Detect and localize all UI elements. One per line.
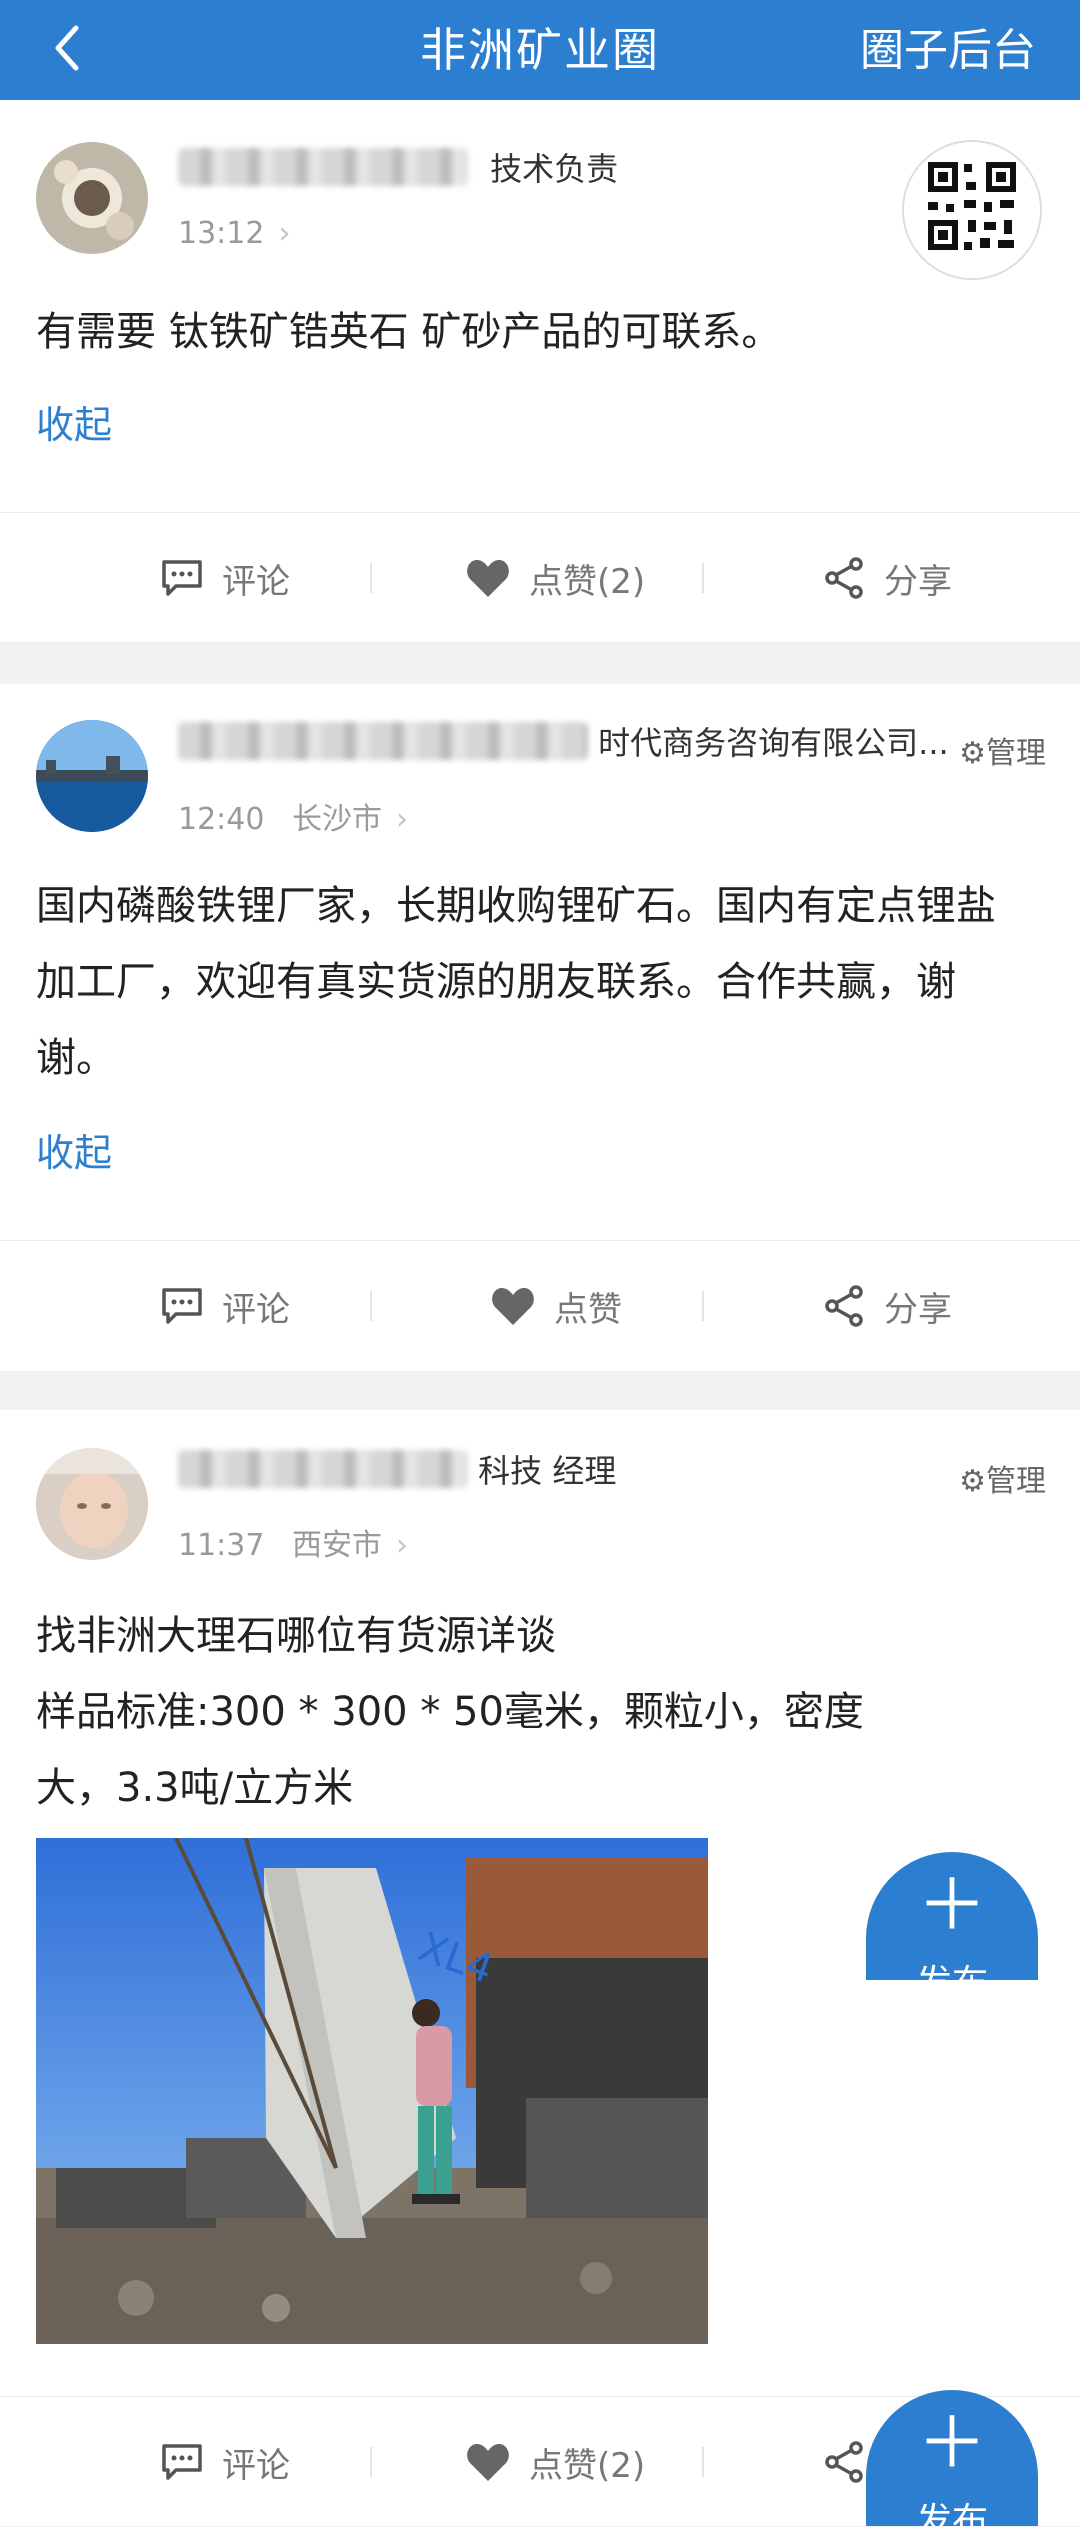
content-line: 找非洲大理石哪位有货源详谈 [36, 1613, 556, 1659]
divider [702, 2447, 704, 2477]
post-meta[interactable]: 11:37 西安市 › [178, 1520, 408, 1564]
post-actions: 评论 点赞(2) 分享 [0, 512, 1080, 643]
post-card: 技术负责 13:12 › 有需要 钛铁矿锆英石 矿砂产品的可联系。 收起 评论 … [0, 100, 1080, 642]
post-city: 西安市 [292, 1528, 383, 1563]
like-button[interactable]: 点赞(2) [465, 513, 645, 643]
divider [702, 563, 704, 593]
publish-label: 发布 [915, 2501, 988, 2526]
post-meta[interactable]: 13:12 › [178, 216, 290, 251]
manage-button[interactable]: ⚙管理 [959, 1456, 1046, 1500]
content-line: 样品标准:300 * 300 * 50毫米，颗粒小，密度 [36, 1689, 864, 1735]
chevron-right-icon: › [278, 216, 291, 251]
comment-label: 评论 [222, 1289, 290, 1330]
comment-button[interactable]: 评论 [160, 1241, 290, 1371]
collapse-link[interactable]: 收起 [36, 394, 112, 449]
post-time: 13:12 [178, 216, 265, 251]
share-icon [825, 2441, 863, 2483]
chevron-right-icon: › [396, 802, 409, 837]
author-role: 技术负责 [490, 150, 619, 188]
author-name-row: 技术负责 [178, 144, 618, 194]
comment-icon [162, 2444, 202, 2480]
chevron-right-icon: › [396, 1528, 409, 1563]
post-time: 12:40 [178, 802, 265, 837]
author-name-row: 科技 经理 [178, 1446, 616, 1496]
like-button[interactable]: 点赞 [490, 1241, 622, 1371]
like-button[interactable]: 点赞(2) [465, 2397, 645, 2527]
collapse-link[interactable]: 收起 [36, 1122, 112, 1177]
post-image[interactable]: XL4 [36, 1838, 708, 2344]
divider [702, 1291, 704, 1321]
post-time: 11:37 [178, 1528, 265, 1563]
post-card: 时代商务咨询有限公司... ⚙管理 12:40 长沙市 › 国内磷酸铁锂厂家，长期… [0, 684, 1080, 1371]
post-meta[interactable]: 12:40 长沙市 › [178, 794, 408, 838]
avatar[interactable] [36, 720, 148, 832]
comment-icon [162, 1288, 202, 1324]
avatar[interactable] [36, 1448, 148, 1560]
heart-icon [467, 560, 509, 597]
manage-label: 管理 [986, 736, 1046, 771]
plus-icon: ＋ [917, 1864, 987, 1946]
gear-icon: ⚙ [959, 1464, 986, 1499]
post-content: 找非洲大理石哪位有货源详谈 样品标准:300 * 300 * 50毫米，颗粒小，… [36, 1598, 1026, 1826]
comment-button[interactable]: 评论 [160, 2397, 290, 2527]
author-role: 时代商务咨询有限公司... [598, 724, 949, 762]
like-label: 点赞(2) [529, 561, 646, 602]
blurred-author-name [178, 1450, 468, 1488]
publish-button[interactable]: ＋ 发布 [866, 2390, 1038, 2526]
share-button[interactable]: 分享 [822, 513, 952, 643]
share-button[interactable]: 分享 [822, 1241, 952, 1371]
content-line: 大，3.3吨/立方米 [36, 1765, 354, 1811]
manage-label: 管理 [986, 1464, 1046, 1499]
publish-button[interactable]: ＋ 发布 [866, 1852, 1038, 1980]
qr-code-badge[interactable] [902, 140, 1042, 280]
divider [370, 2447, 372, 2477]
top-nav-bar: 非洲矿业圈 圈子后台 [0, 0, 1080, 100]
post-content: 有需要 钛铁矿锆英石 矿砂产品的可联系。 [36, 309, 782, 355]
share-label: 分享 [884, 1289, 952, 1330]
divider [370, 563, 372, 593]
post-content: 国内磷酸铁锂厂家，长期收购锂矿石。国内有定点锂盐加工厂，欢迎有真实货源的朋友联系… [36, 883, 996, 1081]
share-icon [825, 1285, 863, 1327]
comment-button[interactable]: 评论 [160, 513, 290, 643]
like-label: 点赞 [554, 1289, 622, 1330]
comment-icon [162, 560, 202, 596]
comment-label: 评论 [222, 2445, 290, 2486]
heart-icon [467, 2444, 509, 2481]
circle-admin-button[interactable]: 圈子后台 [860, 14, 1036, 78]
heart-icon [492, 1288, 534, 1325]
like-label: 点赞(2) [529, 2445, 646, 2486]
gear-icon: ⚙ [959, 736, 986, 771]
divider [370, 1291, 372, 1321]
author-name-row: 时代商务咨询有限公司... [178, 718, 949, 768]
qr-code-icon [904, 142, 1040, 278]
post-city: 长沙市 [292, 802, 383, 837]
author-role: 科技 经理 [478, 1452, 617, 1490]
blurred-author-name [178, 148, 468, 186]
share-icon [825, 557, 863, 599]
manage-button[interactable]: ⚙管理 [959, 728, 1046, 772]
blurred-author-name [178, 722, 588, 760]
comment-label: 评论 [222, 561, 290, 602]
post-actions: 评论 点赞 分享 [0, 1240, 1080, 1371]
plus-icon: ＋ [917, 2402, 987, 2484]
share-label: 分享 [884, 561, 952, 602]
avatar[interactable] [36, 142, 148, 254]
publish-label: 发布 [866, 1954, 1038, 1980]
